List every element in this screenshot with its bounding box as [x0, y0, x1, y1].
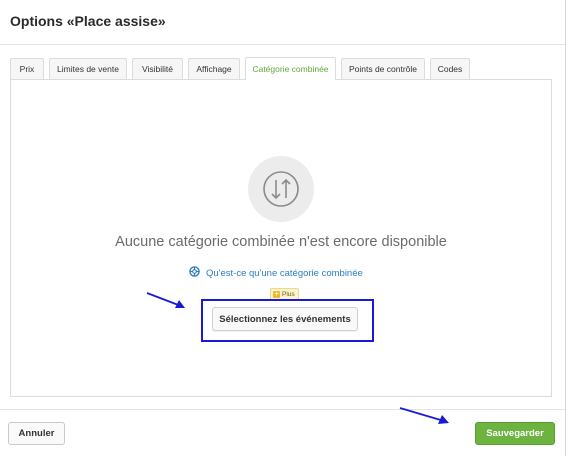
- annotation-arrow-icon: [146, 292, 185, 308]
- plus-icon: +: [273, 290, 280, 298]
- dialog-header: Options «Place assise»: [0, 0, 565, 45]
- tab-limites-de-vente[interactable]: Limites de vente: [49, 58, 127, 79]
- tab-codes[interactable]: Codes: [430, 58, 470, 79]
- swap-vertical-icon: [248, 156, 314, 222]
- lifebuoy-icon: [189, 266, 200, 280]
- plus-badge-label: Plus: [282, 290, 295, 298]
- tab-affichage[interactable]: Affichage: [188, 58, 240, 79]
- cancel-button[interactable]: Annuler: [8, 422, 65, 445]
- dialog-title: Options «Place assise»: [10, 13, 166, 29]
- annotation-arrow-icon: [399, 407, 449, 424]
- tab-points-de-controle[interactable]: Points de contrôle: [341, 58, 425, 79]
- save-button[interactable]: Sauvegarder: [475, 422, 555, 445]
- dialog-footer: Annuler Sauvegarder: [0, 409, 565, 457]
- help-link-text[interactable]: Qu'est-ce qu'une catégorie combinée: [206, 268, 363, 279]
- tab-prix[interactable]: Prix: [10, 58, 44, 79]
- help-link[interactable]: Qu'est-ce qu'une catégorie combinée: [189, 266, 363, 280]
- tab-panel: Aucune catégorie combinée n'est encore d…: [10, 79, 552, 397]
- select-events-button[interactable]: Sélectionnez les événements: [212, 307, 358, 331]
- tab-visibilite[interactable]: Visibilité: [132, 58, 183, 79]
- options-dialog: Options «Place assise» Prix Limites de v…: [0, 0, 566, 456]
- tab-categorie-combinee[interactable]: Catégorie combinée: [245, 57, 336, 80]
- empty-state-message: Aucune catégorie combinée n'est encore d…: [115, 234, 447, 250]
